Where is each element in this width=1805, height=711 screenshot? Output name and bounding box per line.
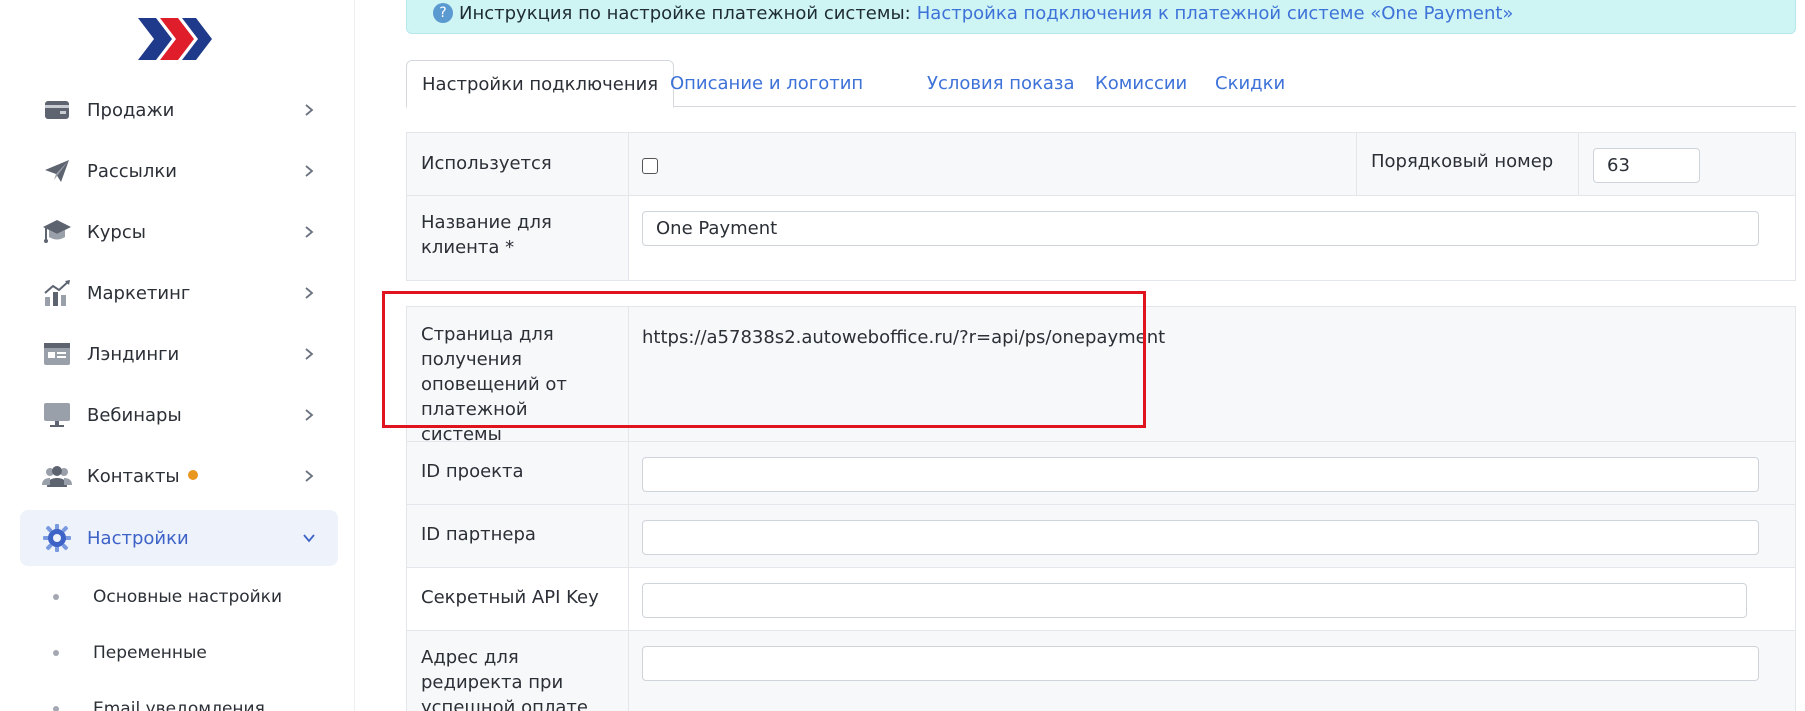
sidebar-item-label: Курсы xyxy=(87,221,146,243)
main-content: ? Инструкция по настройке платежной сист… xyxy=(356,0,1805,711)
api-key-label: Секретный API Key xyxy=(407,568,629,630)
sidebar-item-label: Настройки xyxy=(87,527,189,549)
row-partner-id: ID партнера xyxy=(406,504,1796,568)
partner-id-cell xyxy=(629,505,1795,567)
partner-id-label: ID партнера xyxy=(407,505,629,567)
tab-description-logo[interactable]: Описание и логотип xyxy=(670,60,863,107)
sidebar-subitem-label: Основные настройки xyxy=(93,587,283,607)
used-value-cell: Порядковый номер 63 xyxy=(629,133,1795,195)
notify-page-url: https://a57838s2.autoweboffice.ru/?r=api… xyxy=(642,327,1166,348)
bullet-dot xyxy=(53,594,59,600)
order-label: Порядковый номер xyxy=(1356,133,1579,195)
row-notify-page: Страница для получения оповещений от пла… xyxy=(406,306,1796,445)
question-icon: ? xyxy=(433,3,453,23)
chevron-right-icon xyxy=(305,226,314,238)
sidebar-subitem-email-notifications[interactable]: Email уведомления xyxy=(20,689,338,711)
chevron-right-icon xyxy=(305,165,314,177)
client-name-input[interactable]: One Payment xyxy=(642,211,1759,246)
sidebar-item-landings[interactable]: Лэндинги xyxy=(20,326,338,382)
bullet-dot xyxy=(53,706,59,711)
used-checkbox[interactable] xyxy=(642,158,658,174)
sidebar-item-label: Контакты xyxy=(87,466,198,487)
gear-icon xyxy=(42,523,72,553)
notify-page-cell: https://a57838s2.autoweboffice.ru/?r=api… xyxy=(629,307,1795,441)
client-name-label: Название для клиента * xyxy=(407,196,629,280)
banner-link[interactable]: Настройка подключения к платежной систем… xyxy=(917,3,1514,24)
sidebar-item-sales[interactable]: Продажи xyxy=(20,82,338,138)
sidebar-subitem-main-settings[interactable]: Основные настройки xyxy=(20,577,338,617)
sidebar: Продажи Рассылки Курсы Маркетинг Лэндинг… xyxy=(0,0,355,711)
redirect-label: Адрес для редиректа при успешной оплате xyxy=(407,631,629,711)
users-icon xyxy=(42,461,72,491)
info-banner: ? Инструкция по настройке платежной сист… xyxy=(406,0,1796,34)
contacts-label-text: Контакты xyxy=(87,465,180,487)
sidebar-subitem-variables[interactable]: Переменные xyxy=(20,633,338,673)
chevron-right-icon xyxy=(305,348,314,360)
landing-page-icon xyxy=(42,339,72,369)
paper-plane-icon xyxy=(42,156,72,186)
chevron-right-icon xyxy=(305,287,314,299)
project-id-label: ID проекта xyxy=(407,442,629,504)
row-project-id: ID проекта xyxy=(406,441,1796,505)
tab-bar: Настройки подключения Описание и логотип… xyxy=(406,60,1796,108)
chevron-right-icon xyxy=(305,470,314,482)
sidebar-subitem-label: Email уведомления xyxy=(93,699,265,711)
sidebar-subitem-label: Переменные xyxy=(93,643,207,663)
sidebar-item-webinars[interactable]: Вебинары xyxy=(20,387,338,443)
sidebar-item-label: Маркетинг xyxy=(87,282,191,304)
sidebar-item-label: Рассылки xyxy=(87,160,177,182)
sidebar-item-contacts[interactable]: Контакты xyxy=(20,448,338,504)
graduation-cap-icon xyxy=(42,217,72,247)
chevron-down-icon xyxy=(303,534,315,543)
wallet-icon xyxy=(42,95,72,125)
chart-growth-icon xyxy=(42,278,72,308)
client-name-cell: One Payment xyxy=(629,196,1795,280)
sidebar-item-marketing[interactable]: Маркетинг xyxy=(20,265,338,321)
chevron-right-icon xyxy=(305,409,314,421)
redirect-cell xyxy=(629,631,1795,711)
row-api-key: Секретный API Key xyxy=(406,567,1796,631)
bullet-dot xyxy=(53,650,59,656)
sidebar-item-courses[interactable]: Курсы xyxy=(20,204,338,260)
partner-id-input[interactable] xyxy=(642,520,1759,555)
banner-text: Инструкция по настройке платежной систем… xyxy=(459,2,911,24)
tab-commissions[interactable]: Комиссии xyxy=(1095,60,1187,107)
redirect-input[interactable] xyxy=(642,646,1759,681)
notify-page-label: Страница для получения оповещений от пла… xyxy=(407,307,629,445)
project-id-cell xyxy=(629,442,1795,504)
api-key-input[interactable] xyxy=(642,583,1747,618)
logo-chevrons-icon[interactable] xyxy=(134,14,214,64)
sidebar-item-mailings[interactable]: Рассылки xyxy=(20,143,338,199)
row-client-name: Название для клиента * One Payment xyxy=(406,195,1796,281)
chevron-right-icon xyxy=(305,104,314,116)
monitor-icon xyxy=(42,400,72,430)
sidebar-item-label: Продажи xyxy=(87,99,175,121)
tab-connection-settings[interactable]: Настройки подключения xyxy=(406,60,675,108)
used-label: Используется xyxy=(407,133,629,195)
order-number-input[interactable]: 63 xyxy=(1593,148,1700,183)
sidebar-item-label: Лэндинги xyxy=(87,343,180,365)
sidebar-item-settings[interactable]: Настройки xyxy=(20,510,338,566)
row-used: Используется Порядковый номер 63 xyxy=(406,132,1796,196)
api-key-cell xyxy=(629,568,1795,630)
row-redirect: Адрес для редиректа при успешной оплате xyxy=(406,630,1796,711)
tab-display-conditions[interactable]: Условия показа xyxy=(927,60,1075,107)
notification-dot xyxy=(187,469,198,480)
project-id-input[interactable] xyxy=(642,457,1759,492)
tab-discounts[interactable]: Скидки xyxy=(1215,60,1285,107)
sidebar-item-label: Вебинары xyxy=(87,404,182,426)
